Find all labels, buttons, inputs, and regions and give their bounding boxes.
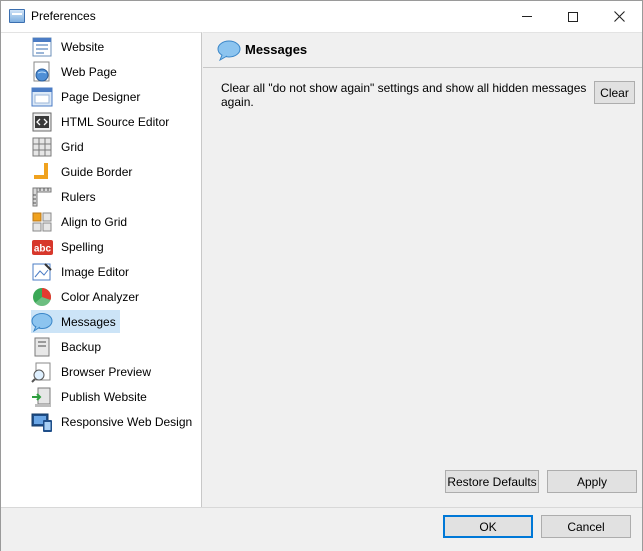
sidebar-item-label: Page Designer — [61, 89, 141, 104]
close-button[interactable] — [596, 1, 642, 32]
apply-button[interactable]: Apply — [547, 470, 637, 493]
sidebar-item-label: Align to Grid — [61, 214, 128, 229]
maximize-button[interactable] — [550, 1, 596, 32]
sidebar-item-guide-border[interactable]: Guide Border — [31, 160, 136, 183]
page-designer-icon — [31, 86, 53, 108]
messages-icon — [31, 311, 53, 333]
sidebar-item-messages[interactable]: Messages — [31, 310, 120, 333]
sidebar-item-label: Guide Border — [61, 164, 133, 179]
sidebar-item-color-analyzer[interactable]: Color Analyzer — [31, 285, 143, 308]
image-editor-icon — [31, 261, 53, 283]
sidebar-item-html-source-editor[interactable]: HTML Source Editor — [31, 110, 173, 133]
ok-button[interactable]: OK — [443, 515, 533, 538]
dialog-footer: OK Cancel — [1, 507, 642, 551]
sidebar-item-rulers[interactable]: Rulers — [31, 185, 100, 208]
sidebar-item-publish-website[interactable]: Publish Website — [31, 385, 151, 408]
cancel-button[interactable]: Cancel — [541, 515, 631, 538]
panel-header: Messages — [203, 33, 642, 68]
web-page-icon — [31, 61, 53, 83]
sidebar-item-label: Browser Preview — [61, 364, 152, 379]
sidebar-item-label: Image Editor — [61, 264, 130, 279]
sidebar-item-label: Responsive Web Design — [61, 414, 193, 429]
sidebar-item-label: Spelling — [61, 239, 104, 254]
maximize-icon — [568, 11, 578, 22]
window-title: Preferences — [31, 9, 96, 23]
sidebar-item-align-to-grid[interactable]: Align to Grid — [31, 210, 131, 233]
messages-icon — [217, 39, 241, 62]
publish-icon — [31, 386, 53, 408]
sidebar-item-label: Website — [61, 39, 105, 54]
sidebar-item-backup[interactable]: Backup — [31, 335, 105, 358]
sidebar-item-label: Color Analyzer — [61, 289, 140, 304]
sidebar-item-website[interactable]: Website — [31, 35, 108, 58]
sidebar-item-label: Backup — [61, 339, 102, 354]
html-source-icon — [31, 111, 53, 133]
color-analyzer-icon — [31, 286, 53, 308]
sidebar-item-web-page[interactable]: Web Page — [31, 60, 121, 83]
sidebar-item-label: Messages — [61, 314, 116, 329]
preferences-sidebar: Website Web Page Page Designer HTML Sour… — [1, 32, 202, 507]
sidebar-item-spelling[interactable]: abc Spelling — [31, 235, 108, 258]
guide-border-icon — [31, 161, 53, 183]
minimize-icon — [522, 16, 532, 17]
spelling-icon: abc — [31, 236, 53, 258]
sidebar-item-label: Grid — [61, 139, 84, 154]
sidebar-item-responsive-web-design[interactable]: Responsive Web Design — [31, 410, 196, 433]
preferences-window: Preferences Website Web Page Page Design… — [0, 0, 643, 551]
sidebar-item-label: Publish Website — [61, 389, 147, 404]
restore-defaults-button[interactable]: Restore Defaults — [445, 470, 539, 493]
panel-title: Messages — [245, 42, 308, 57]
browser-preview-icon — [31, 361, 53, 383]
settings-panel: Messages Clear all "do not show again" s… — [203, 32, 642, 507]
sidebar-item-page-designer[interactable]: Page Designer — [31, 85, 144, 108]
rulers-icon — [31, 186, 53, 208]
grid-icon — [31, 136, 53, 158]
sidebar-item-label: HTML Source Editor — [61, 114, 170, 129]
website-icon — [31, 36, 53, 58]
align-grid-icon — [31, 211, 53, 233]
minimize-button[interactable] — [504, 1, 550, 32]
sidebar-item-label: Rulers — [61, 189, 96, 204]
sidebar-item-browser-preview[interactable]: Browser Preview — [31, 360, 155, 383]
svg-text:abc: abc — [34, 243, 52, 254]
backup-icon — [31, 336, 53, 358]
sidebar-item-image-editor[interactable]: Image Editor — [31, 260, 133, 283]
sidebar-item-label: Web Page — [61, 64, 117, 79]
title-bar[interactable]: Preferences — [1, 1, 642, 32]
clear-button[interactable]: Clear — [594, 81, 635, 104]
clear-messages-description: Clear all "do not show again" settings a… — [221, 81, 587, 109]
app-icon — [9, 9, 25, 23]
responsive-icon — [31, 411, 53, 433]
sidebar-item-grid[interactable]: Grid — [31, 135, 88, 158]
close-icon — [613, 11, 625, 22]
